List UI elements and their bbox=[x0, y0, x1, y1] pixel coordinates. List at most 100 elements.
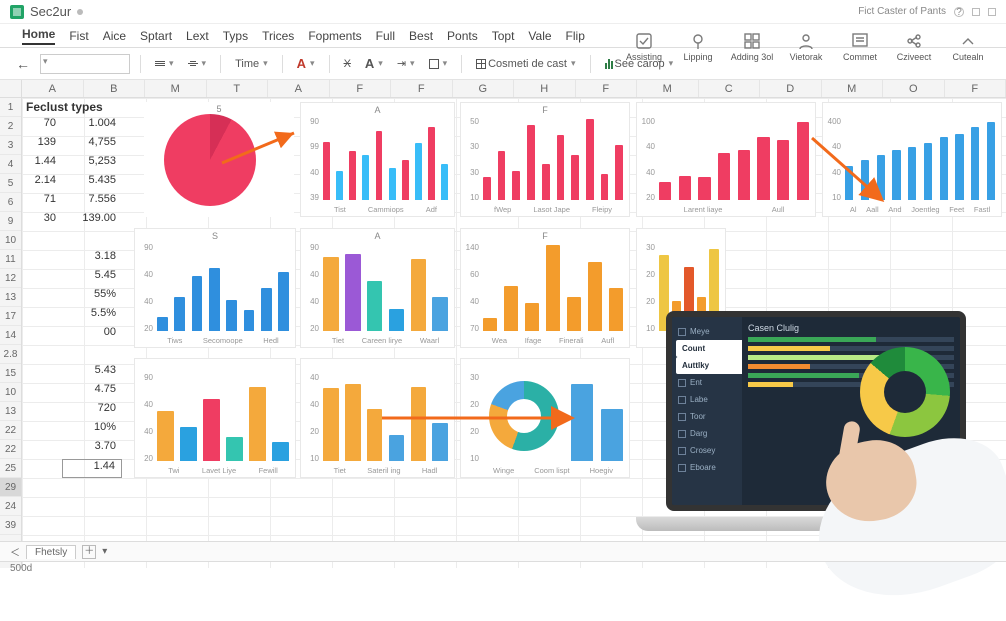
cell[interactable]: 5,253 bbox=[62, 155, 122, 174]
col-M3[interactable]: M bbox=[822, 80, 884, 97]
tab-lext[interactable]: Lext bbox=[186, 29, 209, 43]
row-15[interactable]: 15 bbox=[0, 364, 21, 383]
border[interactable] bbox=[425, 56, 452, 71]
dash-menu-auth[interactable]: Auttlky bbox=[676, 357, 742, 374]
col-T[interactable]: T bbox=[207, 80, 269, 97]
row-22b[interactable]: 22 bbox=[0, 440, 21, 459]
chart-donut-mid[interactable]: 30202010 WingeCoom lisptHoegiv bbox=[460, 358, 630, 478]
cmd-connect[interactable]: Cziveect bbox=[892, 32, 936, 62]
col-O[interactable]: O bbox=[883, 80, 945, 97]
row-10b[interactable]: 10 bbox=[0, 383, 21, 402]
dash-menu-item[interactable]: Labe bbox=[672, 391, 742, 408]
row-13b[interactable]: 13 bbox=[0, 402, 21, 421]
col-F2[interactable]: F bbox=[391, 80, 453, 97]
tab-vale[interactable]: Vale bbox=[528, 29, 551, 43]
dash-menu-item[interactable]: Toor bbox=[672, 408, 742, 425]
row-25[interactable]: 25 bbox=[0, 459, 21, 478]
close-icon[interactable] bbox=[988, 8, 996, 16]
row-28[interactable]: 2.8 bbox=[0, 345, 21, 364]
col-H[interactable]: H bbox=[514, 80, 576, 97]
tab-flip[interactable]: Flip bbox=[566, 29, 585, 43]
font-style[interactable]: A bbox=[361, 54, 387, 73]
row-4[interactable]: 4 bbox=[0, 155, 21, 174]
col-F4[interactable]: F bbox=[945, 80, 1006, 97]
strike[interactable]: X bbox=[340, 56, 355, 72]
row-17[interactable]: 17 bbox=[0, 307, 21, 326]
indent[interactable]: ⇥ bbox=[393, 55, 419, 72]
cmd-lipping[interactable]: Lipping bbox=[676, 32, 720, 62]
tab-sptart[interactable]: Sptart bbox=[140, 29, 172, 43]
cmd-comment[interactable]: Commet bbox=[838, 32, 882, 62]
col-F3[interactable]: F bbox=[576, 80, 638, 97]
font-color[interactable]: A bbox=[293, 54, 319, 73]
tab-aice[interactable]: Aice bbox=[103, 29, 126, 43]
col-C[interactable]: C bbox=[699, 80, 761, 97]
back-button[interactable]: ← bbox=[12, 54, 34, 74]
row-5[interactable]: 5 bbox=[0, 174, 21, 193]
cell[interactable]: 55% bbox=[62, 288, 122, 307]
sheet-menu-icon[interactable]: ▾ bbox=[102, 546, 107, 557]
row-9[interactable]: 9 bbox=[0, 212, 21, 231]
cell[interactable]: 5.435 bbox=[62, 174, 122, 193]
col-G[interactable]: G bbox=[453, 80, 515, 97]
row-24[interactable]: 24 bbox=[0, 497, 21, 516]
chart-bar-orange[interactable]: F 140604070 WeaIfageFineraliAufl bbox=[460, 228, 630, 348]
tab-best[interactable]: Best bbox=[409, 29, 433, 43]
cell[interactable]: 5.45 bbox=[62, 269, 122, 288]
chart-bar-f1[interactable]: F 50303010 fWepLasot JapeFleipy bbox=[460, 102, 630, 217]
name-box[interactable] bbox=[40, 54, 130, 74]
cmd-cutealn[interactable]: Cutealn bbox=[946, 32, 990, 62]
tab-fist[interactable]: Fist bbox=[69, 29, 88, 43]
chart-bar-o[interactable]: 400404010 AlAallAndJoentlegFeetFastl bbox=[822, 102, 1002, 217]
cell[interactable]: 00 bbox=[62, 326, 122, 345]
row-29[interactable]: 29 bbox=[0, 478, 21, 497]
dash-menu-item[interactable]: Ent bbox=[672, 374, 742, 391]
row-13[interactable]: 13 bbox=[0, 288, 21, 307]
cell[interactable]: 71 bbox=[22, 193, 62, 212]
col-M2[interactable]: M bbox=[637, 80, 699, 97]
chart-row3a[interactable]: 90404020 TwiLavet LiyeFewill bbox=[134, 358, 296, 478]
row-1[interactable]: 1 bbox=[0, 98, 21, 117]
row-12[interactable]: 12 bbox=[0, 269, 21, 288]
dash-menu-item[interactable]: Crosey bbox=[672, 442, 742, 459]
dash-menu-item[interactable]: Eboare bbox=[672, 459, 742, 476]
cell[interactable]: 720 bbox=[62, 402, 122, 421]
dash-menu-item[interactable]: Meye bbox=[672, 323, 742, 340]
tab-fopments[interactable]: Fopments bbox=[308, 29, 361, 43]
tab-home[interactable]: Home bbox=[22, 27, 55, 45]
cell[interactable]: 4.75 bbox=[62, 383, 122, 402]
col-A[interactable]: A bbox=[22, 80, 84, 97]
align-group[interactable] bbox=[151, 56, 178, 71]
cell[interactable]: 3.70 bbox=[62, 440, 122, 459]
row-11[interactable]: 11 bbox=[0, 250, 21, 269]
cell[interactable]: 10% bbox=[62, 421, 122, 440]
sheet-nav-prev[interactable]: ＜ bbox=[10, 544, 20, 559]
help-icon[interactable]: ? bbox=[954, 7, 964, 17]
col-D[interactable]: D bbox=[760, 80, 822, 97]
cell[interactable]: 4,755 bbox=[62, 136, 122, 155]
valign-group[interactable] bbox=[184, 56, 211, 71]
cell[interactable]: 30 bbox=[22, 212, 62, 231]
chart-bar-blue[interactable]: S 90404020 TiwsSecomoopeHedl bbox=[134, 228, 296, 348]
tab-full[interactable]: Full bbox=[376, 29, 395, 43]
cmd-adding[interactable]: Adding 3ol bbox=[730, 32, 774, 62]
chart-bar-a[interactable]: A 90994039 TistCammiopsAdf bbox=[300, 102, 455, 217]
cell[interactable]: 1.004 bbox=[62, 117, 122, 136]
cmd-assisting[interactable]: Assisting bbox=[622, 32, 666, 62]
col-B[interactable]: B bbox=[84, 80, 146, 97]
cell[interactable]: 70 bbox=[22, 117, 62, 136]
col-M[interactable]: M bbox=[145, 80, 207, 97]
row-6[interactable]: 6 bbox=[0, 193, 21, 212]
tab-typs[interactable]: Typs bbox=[223, 29, 248, 43]
tab-topt[interactable]: Topt bbox=[492, 29, 515, 43]
minimize-icon[interactable] bbox=[972, 8, 980, 16]
cell[interactable]: 1.44 bbox=[62, 459, 122, 478]
col-F[interactable]: F bbox=[330, 80, 392, 97]
cell[interactable]: 139 bbox=[22, 136, 62, 155]
row-14[interactable]: 14 bbox=[0, 326, 21, 345]
dash-menu-item[interactable]: Darg bbox=[672, 425, 742, 442]
cell[interactable]: 5.5% bbox=[62, 307, 122, 326]
cell[interactable]: 2.14 bbox=[22, 174, 62, 193]
tab-trices[interactable]: Trices bbox=[262, 29, 294, 43]
cell[interactable]: 7.556 bbox=[62, 193, 122, 212]
